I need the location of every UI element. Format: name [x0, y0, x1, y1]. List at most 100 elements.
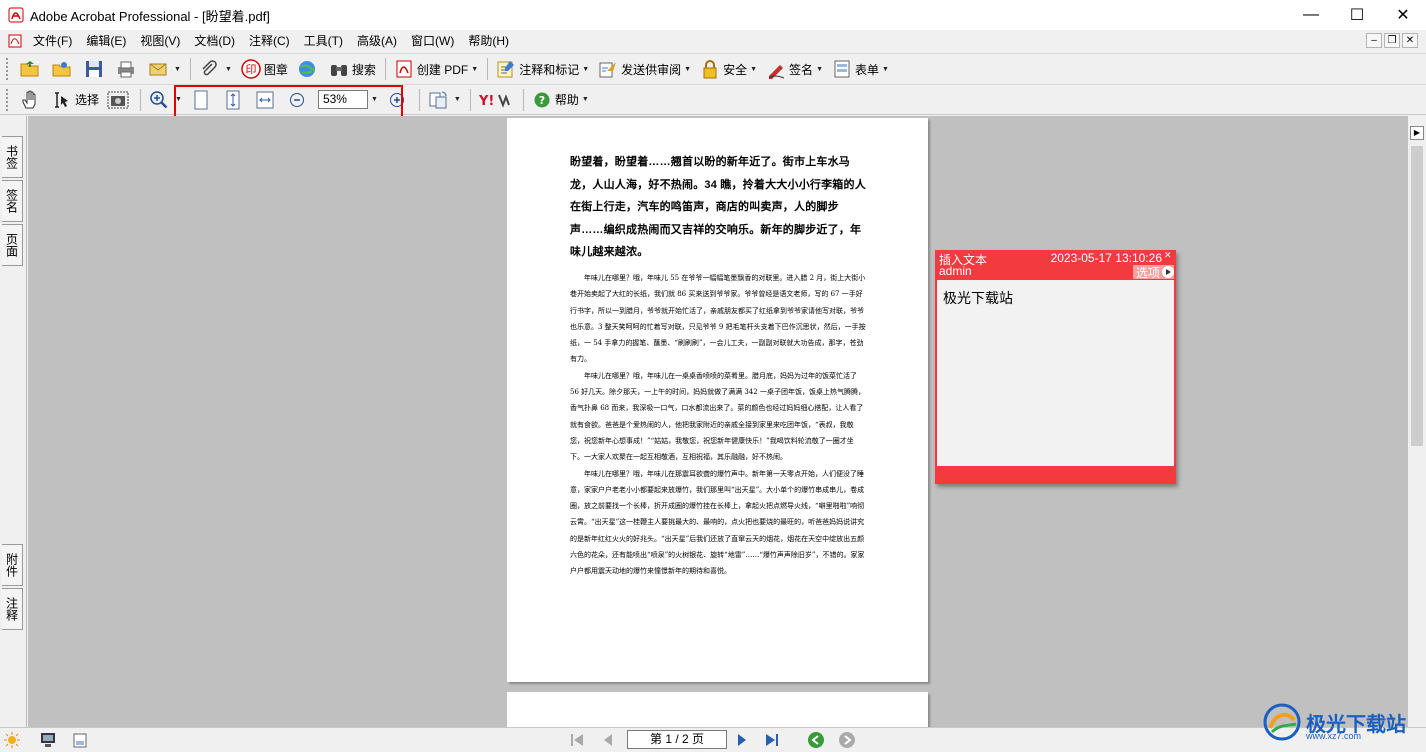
- tab-bookmarks[interactable]: 书签: [2, 136, 23, 178]
- doc-restore-button[interactable]: ❐: [1384, 33, 1400, 48]
- previous-page-button[interactable]: [598, 730, 618, 750]
- snapshot-button[interactable]: [104, 87, 134, 113]
- last-page-icon: [766, 734, 778, 746]
- hand-tool-button[interactable]: [16, 87, 46, 113]
- save-disk-icon: [86, 61, 102, 77]
- previous-view-button[interactable]: [806, 730, 826, 750]
- menu-file[interactable]: 文件(F): [26, 30, 79, 52]
- menu-bar: 文件(F) 编辑(E) 视图(V) 文档(D) 注释(C) 工具(T) 高级(A…: [0, 30, 1426, 52]
- secure-button[interactable]: 安全 ▼: [696, 56, 760, 82]
- note-author: admin: [939, 264, 972, 278]
- sign-button[interactable]: 签名 ▼: [762, 56, 826, 82]
- watermark-url: www.xz7.com: [1306, 731, 1362, 741]
- watermark-logo: 极光下载站 www.xz7.com: [1262, 697, 1426, 747]
- menu-help[interactable]: 帮助(H): [461, 30, 516, 52]
- tab-signatures[interactable]: 签名: [2, 180, 23, 222]
- window-title: Adobe Acrobat Professional - [盼望着.pdf]: [30, 8, 270, 24]
- binoculars-icon: [330, 65, 347, 76]
- sign-label: 签名: [789, 62, 814, 77]
- menu-window[interactable]: 窗口(W): [404, 30, 461, 52]
- first-page-button[interactable]: [567, 730, 587, 750]
- sun-status-icon[interactable]: [4, 732, 20, 748]
- svg-text:Y!: Y!: [479, 94, 494, 108]
- note-content[interactable]: 极光下载站: [937, 280, 1174, 466]
- minimize-button[interactable]: —: [1288, 0, 1334, 30]
- help-button[interactable]: ? 帮助 ▼: [528, 87, 592, 113]
- attach-button[interactable]: ▼: [195, 56, 235, 82]
- select-label: 选择: [75, 93, 100, 107]
- send-review-label: 发送供审阅: [621, 62, 682, 77]
- note-options-button[interactable]: 选项: [1132, 265, 1174, 280]
- secure-label: 安全: [723, 62, 748, 77]
- forms-button[interactable]: 表单 ▼: [828, 56, 892, 82]
- comment-markup-icon: [497, 61, 515, 78]
- menu-edit[interactable]: 编辑(E): [79, 30, 133, 52]
- back-arrow-icon: [808, 732, 824, 748]
- pdf-page-1[interactable]: 盼望着，盼望着……翘首以盼的新年近了。街市上车水马龙，人山人海，好不热闹。34 …: [507, 118, 928, 682]
- comment-popup-note[interactable]: 插入文本 2023-05-17 13:10:26 ✕ admin 选项 极光下载…: [935, 250, 1176, 484]
- aurora-logo-icon: [1263, 703, 1301, 741]
- email-button[interactable]: ▼: [144, 56, 184, 82]
- tab-comments[interactable]: 注释: [2, 588, 23, 630]
- menu-tools[interactable]: 工具(T): [297, 30, 350, 52]
- create-pdf-label: 创建 PDF: [416, 62, 469, 77]
- svg-text:印: 印: [245, 63, 256, 76]
- paragraph: 年味儿在哪里？哦，年味儿在那震耳欲聋的爆竹声中。新年第一天零点开始，人们便没了睡…: [570, 469, 865, 576]
- pen-sign-icon: [768, 65, 785, 79]
- scroll-thumb[interactable]: [1411, 146, 1423, 446]
- menu-advanced[interactable]: 高级(A): [350, 30, 404, 52]
- options-arrow-icon: [1162, 266, 1174, 278]
- open-folder-icon: [20, 61, 39, 77]
- organizer-button[interactable]: [48, 56, 78, 82]
- create-pdf-button[interactable]: 创建 PDF ▼: [390, 56, 481, 82]
- document-icon[interactable]: [8, 34, 22, 48]
- organizer-folder-icon: [52, 62, 71, 77]
- email-icon: [149, 63, 167, 76]
- tab-attachments[interactable]: 附件: [2, 544, 23, 586]
- toolbar-grip[interactable]: [6, 58, 10, 80]
- page-indicator[interactable]: 第 1 / 2 页: [627, 730, 727, 749]
- document-body: 年味儿在哪里？哦，年味儿 55 在爷爷一幅幅笔墨飘香的对联里。进入腊 2 月，街…: [570, 270, 866, 580]
- close-button[interactable]: ✕: [1380, 0, 1426, 30]
- doc-close-button[interactable]: ✕: [1402, 33, 1418, 48]
- paragraph: 年味儿在哪里？哦，年味儿在一桌桌香喷喷的菜肴里。腊月底，妈妈为过年的饭菜忙活了 …: [570, 371, 865, 462]
- comment-markup-label: 注释和标记: [519, 62, 580, 77]
- magnifier-plus-icon: [150, 90, 168, 108]
- globe-icon: [298, 61, 315, 77]
- scroll-up-arrow-icon[interactable]: ▶: [1410, 126, 1424, 140]
- forms-icon: [834, 60, 850, 78]
- tab-pages[interactable]: 页面: [2, 224, 23, 266]
- search-button[interactable]: 搜索: [325, 56, 379, 82]
- send-review-button[interactable]: 发送供审阅 ▼: [594, 56, 694, 82]
- note-close-icon[interactable]: ✕: [1164, 251, 1173, 260]
- pdf-page-2[interactable]: [507, 692, 928, 727]
- document-viewport[interactable]: 盼望着，盼望着……翘首以盼的新年近了。街市上车水马龙，人山人海，好不热闹。34 …: [28, 116, 1408, 727]
- print-button[interactable]: [112, 56, 142, 82]
- next-view-button[interactable]: [837, 730, 857, 750]
- status-bar: 第 1 / 2 页: [0, 727, 1426, 752]
- rotate-view-button[interactable]: ▼: [424, 87, 464, 113]
- select-tool-button[interactable]: 选择: [48, 87, 102, 113]
- menu-view[interactable]: 视图(V): [133, 30, 187, 52]
- save-button[interactable]: [80, 56, 110, 82]
- toolbar-grip-2[interactable]: [6, 88, 10, 111]
- last-page-button[interactable]: [762, 730, 782, 750]
- stamp-icon: 印: [241, 59, 261, 79]
- search-label: 搜索: [351, 62, 376, 77]
- next-page-button[interactable]: [732, 730, 752, 750]
- lock-icon: [703, 60, 717, 79]
- maximize-button[interactable]: ☐: [1334, 0, 1380, 30]
- web-button[interactable]: [293, 56, 323, 82]
- menu-document[interactable]: 文档(D): [187, 30, 242, 52]
- stamp-button[interactable]: 印图章: [237, 56, 291, 82]
- yahoo-button[interactable]: Y!: [475, 87, 517, 113]
- open-button[interactable]: [16, 56, 46, 82]
- next-page-icon: [738, 734, 746, 746]
- doc-minimize-button[interactable]: –: [1366, 33, 1382, 48]
- page-size-icon[interactable]: [72, 732, 88, 748]
- text-select-icon: [55, 91, 68, 108]
- comment-markup-button[interactable]: 注释和标记 ▼: [492, 56, 592, 82]
- monitor-icon[interactable]: [40, 732, 56, 748]
- vertical-scrollbar[interactable]: ▶: [1408, 116, 1426, 727]
- menu-comments[interactable]: 注释(C): [242, 30, 297, 52]
